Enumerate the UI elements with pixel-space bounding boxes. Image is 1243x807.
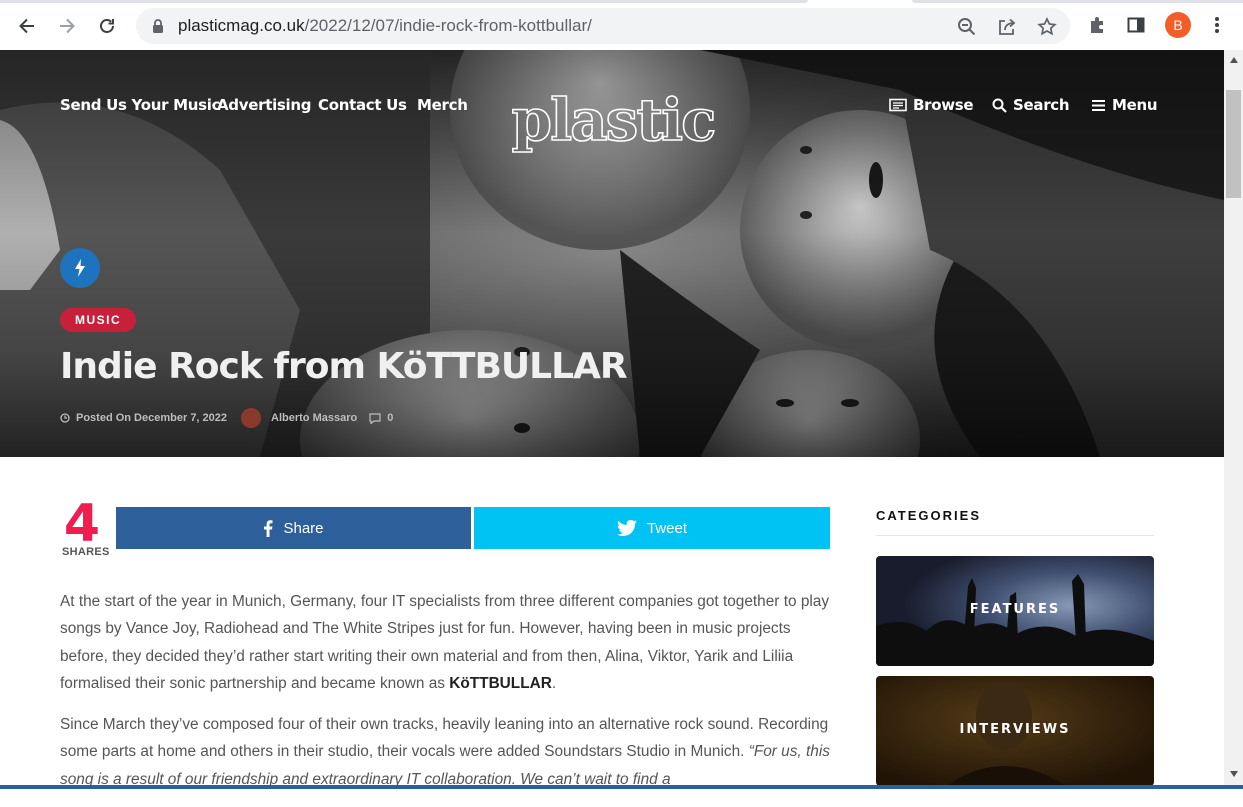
share-count-label: SHARES (62, 546, 110, 558)
nav-contact-us[interactable]: Contact Us (318, 96, 407, 114)
trending-bolt-icon[interactable] (60, 248, 100, 288)
scrollbar-thumb[interactable] (1226, 90, 1241, 198)
scroll-up-arrow-icon[interactable] (1224, 50, 1243, 70)
share-count-number: 4 (63, 494, 101, 554)
back-arrow-icon (19, 18, 34, 34)
newspaper-icon (889, 98, 907, 112)
article-body: At the start of the year in Munich, Germ… (60, 588, 840, 807)
comment-icon (369, 412, 381, 424)
nav-advertising[interactable]: Advertising (217, 96, 312, 114)
category-tile-label: FEATURES (969, 602, 1061, 617)
url-text[interactable]: plasticmag.co.uk/2022/12/07/indie-rock-f… (178, 16, 592, 36)
share-counter: 4 SHARES (62, 494, 110, 558)
nav-send-us-your-music[interactable]: Send Us Your Music (60, 96, 221, 114)
profile-avatar[interactable]: B (1165, 12, 1191, 38)
categories-heading: CATEGORIES (876, 508, 981, 523)
nav-search-label: Search (1013, 96, 1070, 114)
forward-button[interactable] (51, 10, 83, 42)
post-meta: Posted On December 7, 2022 Alberto Massa… (60, 408, 393, 428)
category-tile-features[interactable]: FEATURES (876, 556, 1154, 666)
article-paragraph: Since March they’ve composed four of the… (60, 711, 840, 793)
twitter-bird-icon (616, 520, 637, 536)
bookmark-star-icon[interactable] (1036, 16, 1058, 38)
more-menu-icon[interactable] (1203, 11, 1231, 39)
nav-menu[interactable]: Menu (1091, 96, 1158, 114)
logo-text: plastic (512, 86, 715, 154)
extensions-icon[interactable] (1083, 11, 1111, 39)
site-logo[interactable]: plastic (488, 78, 738, 173)
hero-banner: Send Us Your Music Advertising Contact U… (0, 50, 1224, 457)
twitter-share-button[interactable]: Tweet (474, 507, 830, 549)
nav-browse[interactable]: Browse (889, 96, 974, 114)
sticky-share-strip (0, 785, 1243, 789)
search-icon (992, 98, 1007, 113)
nav-merch[interactable]: Merch (417, 96, 468, 114)
reload-button[interactable] (91, 10, 123, 42)
browser-toolbar: plasticmag.co.uk/2022/12/07/indie-rock-f… (0, 0, 1243, 51)
article-p2-text: Since March they’ve composed four of the… (60, 716, 829, 761)
side-panel-icon[interactable] (1122, 11, 1150, 39)
article-paragraph: At the start of the year in Munich, Germ… (60, 588, 840, 697)
twitter-share-label: Tweet (646, 519, 688, 537)
url-domain: plasticmag.co.uk (178, 16, 305, 35)
author-avatar[interactable] (241, 408, 262, 428)
comment-count[interactable]: 0 (387, 412, 393, 424)
category-tile-interviews[interactable]: INTERVIEWS (876, 676, 1154, 786)
zoom-icon[interactable] (956, 16, 978, 38)
category-badge[interactable]: MUSIC (60, 308, 137, 332)
scroll-down-arrow-icon[interactable] (1224, 764, 1243, 784)
url-path: /2022/12/07/indie-rock-from-kottbullar/ (304, 16, 592, 35)
tab-strip (0, 0, 1243, 4)
lock-icon[interactable] (152, 18, 164, 34)
post-title: Indie Rock from KöTTBULLAR (60, 346, 628, 387)
article-p1-text: At the start of the year in Munich, Germ… (60, 593, 830, 692)
article-p1-end: . (551, 674, 557, 692)
nav-browse-label: Browse (913, 96, 974, 114)
clock-icon (60, 413, 70, 423)
share-page-icon[interactable] (996, 16, 1018, 38)
author-name[interactable]: Alberto Massaro (271, 412, 357, 424)
address-bar[interactable]: plasticmag.co.uk/2022/12/07/indie-rock-f… (136, 8, 1070, 44)
forward-arrow-icon (60, 18, 75, 34)
nav-search[interactable]: Search (992, 96, 1070, 114)
categories-divider (876, 535, 1154, 536)
facebook-icon (264, 519, 273, 537)
back-button[interactable] (11, 10, 43, 42)
hamburger-icon (1092, 99, 1105, 111)
nav-menu-label: Menu (1112, 96, 1158, 114)
facebook-share-label: Share (283, 519, 324, 537)
facebook-share-button[interactable]: Share (116, 507, 471, 549)
post-date: Posted On December 7, 2022 (76, 412, 228, 424)
reload-icon (100, 19, 114, 33)
category-tile-label: INTERVIEWS (959, 722, 1071, 737)
band-name: KöTTBULLAR (449, 674, 552, 692)
